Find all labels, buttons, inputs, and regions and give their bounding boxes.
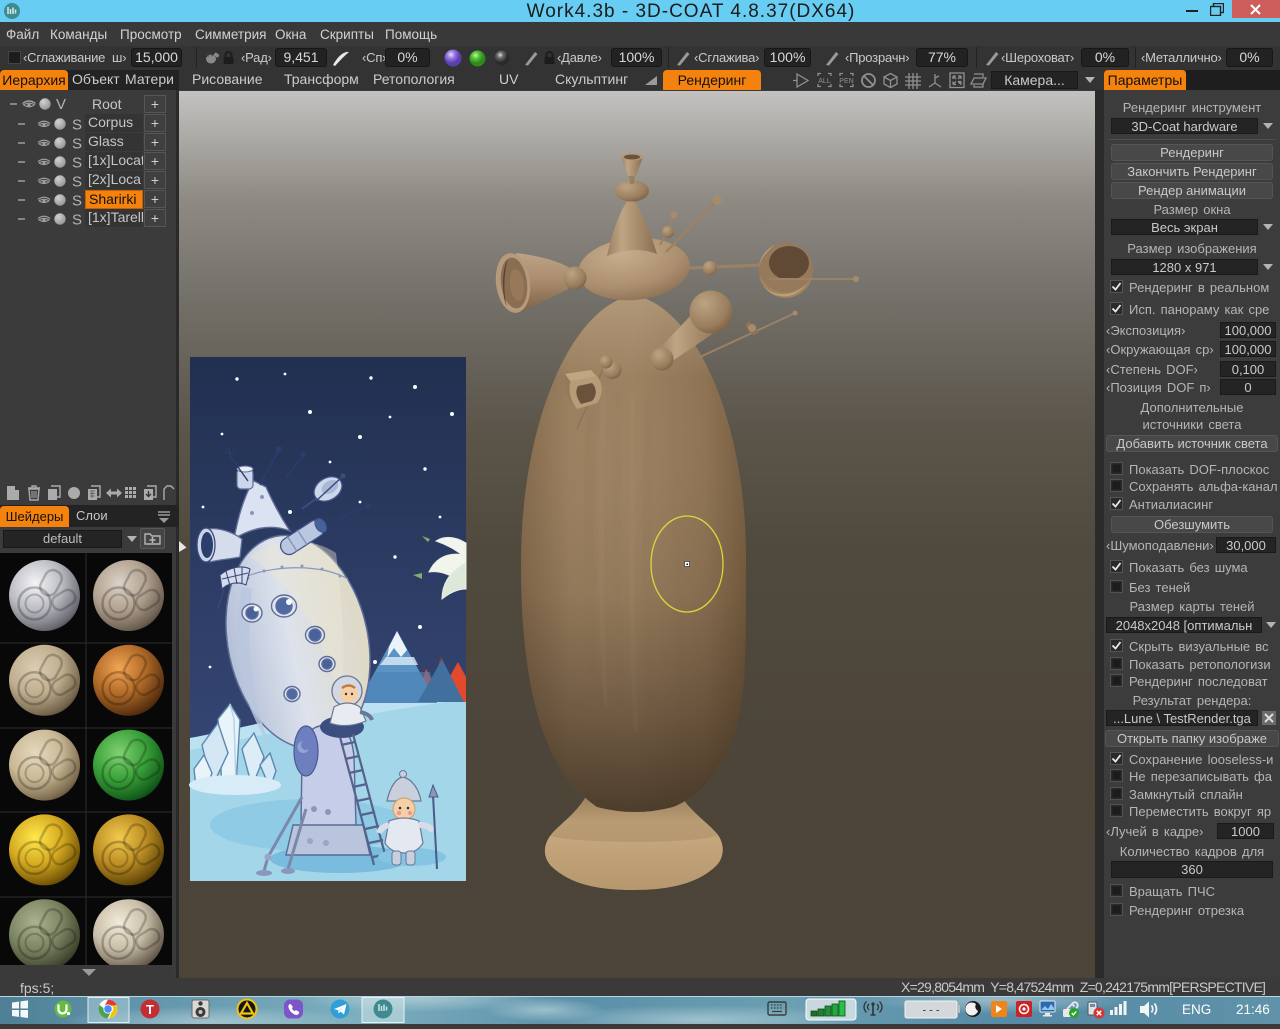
svg-text:V: V xyxy=(56,96,66,113)
svg-text:S: S xyxy=(72,212,82,229)
svg-text:S: S xyxy=(72,117,82,134)
svg-text:PEN: PEN xyxy=(839,78,853,85)
svg-text:S: S xyxy=(72,155,82,172)
svg-text:S: S xyxy=(72,193,82,210)
svg-text:- - -: - - - xyxy=(922,1005,939,1017)
svg-text:T: T xyxy=(146,1002,154,1017)
svg-text:21:46: 21:46 xyxy=(1236,1002,1270,1017)
svg-text:S: S xyxy=(72,136,82,153)
svg-text:S: S xyxy=(72,174,82,191)
svg-text:ALL: ALL xyxy=(818,78,831,85)
svg-text:ENG: ENG xyxy=(1182,1002,1211,1017)
